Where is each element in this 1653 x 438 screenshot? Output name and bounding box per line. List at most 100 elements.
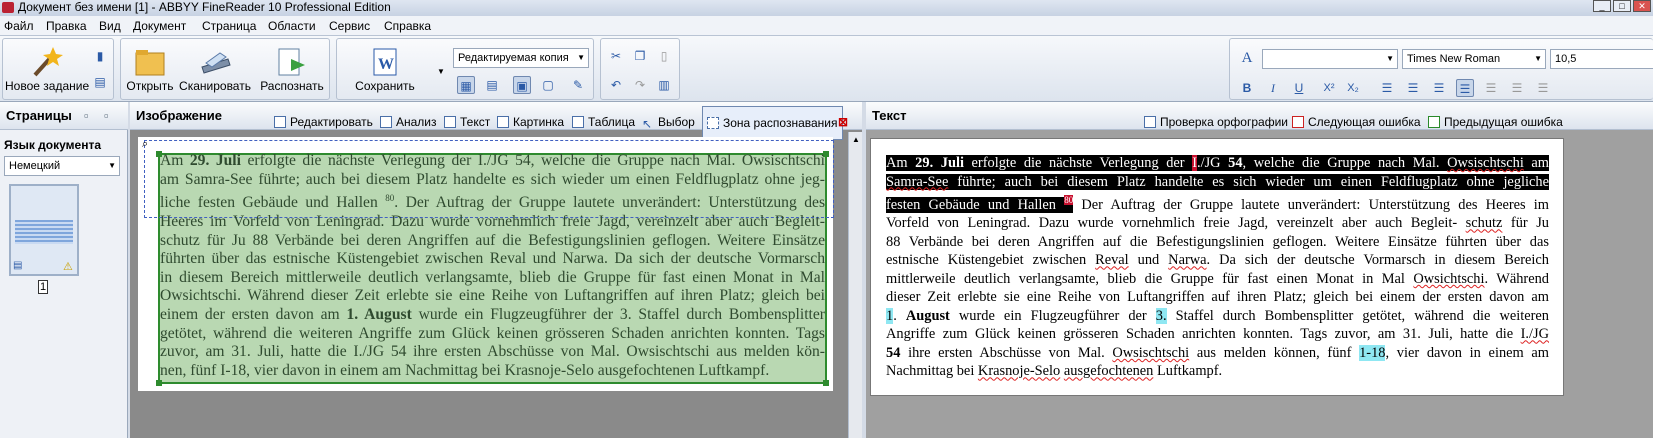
scroll-up-icon[interactable]: ▲ [852, 135, 860, 144]
image-text-line: in diesem Bereich mittlerweile deutlich … [160, 268, 825, 286]
recognize-button[interactable]: Распознать [257, 45, 327, 93]
align-left-icon[interactable]: ☰ [1378, 79, 1396, 97]
cut-icon[interactable]: ✂ [607, 47, 625, 65]
undo-icon[interactable]: ↶ [607, 76, 625, 94]
superscript-icon[interactable]: X² [1320, 79, 1338, 97]
minimize-button[interactable]: _ [1593, 0, 1611, 12]
text-line: Am 29. Juli erfolgte die nächste Verlegu… [886, 155, 1549, 171]
menu-edit[interactable]: Правка [46, 19, 87, 33]
layout-exact-icon[interactable]: ▦ [457, 76, 475, 94]
menu-tools[interactable]: Сервис [329, 19, 370, 33]
chevron-down-icon: ▼ [108, 161, 116, 170]
recognized-text[interactable]: Am 29. Juli erfolgte die nächste Verlegu… [886, 154, 1549, 381]
text-line: Angriffe zum Glück keinen grösseren Scha… [886, 326, 1549, 343]
image-pane: Изображение Редактировать Анализ Текст К… [130, 102, 862, 438]
spellcheck-button[interactable]: Проверка орфографии [1144, 108, 1288, 136]
font-size-select[interactable]: 10,5 [1550, 49, 1653, 69]
subscript-icon[interactable]: X₂ [1344, 79, 1362, 97]
bold-icon[interactable]: B [1238, 79, 1256, 97]
tool-text[interactable]: Текст [444, 108, 490, 136]
pages-pane: Страницы ▫ ▫ Язык документа Немецкий ▼ ▤ … [0, 102, 128, 438]
menu-file[interactable]: Файл [4, 19, 34, 33]
image-text-line: zuvor, am 31. Juli, hatte die I./JG 54 i… [160, 343, 825, 361]
edit-group: ✂ ❐ ▯ ↶ ↷ ▥ [600, 38, 680, 100]
align-justify-icon[interactable]: ☰ [1456, 79, 1474, 97]
image-text-line: am Samra-See führte; auch bei diesem Pla… [160, 170, 825, 188]
page-thumbnail[interactable]: ▤ ⚠ [9, 184, 79, 276]
underline-icon[interactable]: U [1290, 79, 1308, 97]
align-right-icon[interactable]: ☰ [1430, 79, 1448, 97]
font-name-select[interactable]: Times New Roman ▼ [1402, 49, 1546, 69]
text-line: Samra-See führte; auch bei diesem Platz … [886, 173, 1549, 190]
tool-analyze[interactable]: Анализ [380, 108, 437, 136]
tool-select[interactable]: ↖ Выбор [642, 108, 695, 136]
image-text-line: Am 29. Juli erfolgte die nächste Verlegu… [160, 152, 825, 169]
chevron-down-icon: ▼ [1534, 54, 1542, 63]
text-line: 88 Verbände bei deren Angriffen auf die … [886, 233, 1549, 250]
menu-areas[interactable]: Области [268, 19, 316, 33]
scan-button[interactable]: Сканировать [179, 45, 251, 93]
magnifier-icon: ⌕ [142, 138, 149, 150]
resize-handle[interactable] [156, 380, 162, 386]
copy-doc-icon[interactable]: ▮ [91, 47, 109, 65]
save-format-select[interactable]: Редактируемая копия ▼ [453, 48, 589, 68]
maximize-button[interactable]: □ [1613, 0, 1631, 12]
page-properties-icon[interactable]: ▥ [655, 76, 673, 94]
text-area-icon [444, 116, 456, 128]
thumbnail-text-block [15, 220, 73, 244]
open-button[interactable]: Открыть [125, 45, 175, 93]
list-icon[interactable]: ☰ [1508, 79, 1526, 97]
main-toolbar: Новое задание ▮ ▤ Открыть Сканировать Ра… [0, 36, 1653, 102]
previous-error-button[interactable]: Предыдущая ошибка [1428, 108, 1563, 136]
indent-icon[interactable]: ☰ [1482, 79, 1500, 97]
settings-icon[interactable]: ▤ [91, 73, 109, 91]
tool-edit[interactable]: Редактировать [274, 108, 373, 136]
image-text-line: schutz für Ju 88 Verbände bei deren Angr… [160, 231, 825, 249]
copy-icon[interactable]: ❐ [631, 47, 649, 65]
image-text: Am 29. Juli erfolgte die nächste Verlegu… [160, 152, 825, 380]
window-title: Документ без имени [1] - ABBYY FineReade… [18, 0, 391, 14]
layout-editable-icon[interactable]: ▤ [483, 76, 501, 94]
format-group: A ▼ Times New Roman ▼ 10,5 B I U X² X₂ ☰ … [1229, 38, 1653, 100]
analyze-icon [380, 116, 392, 128]
title-bar: Документ без имени [1] - ABBYY FineReade… [0, 0, 1653, 16]
italic-icon[interactable]: I [1264, 79, 1282, 97]
edit-image-icon [274, 116, 286, 128]
tool-recognition-area[interactable]: Зона распознавания [702, 106, 843, 140]
close-button[interactable]: ✕ [1633, 0, 1651, 12]
next-error-button[interactable]: Следующая ошибка [1292, 108, 1421, 136]
image-header: Изображение Редактировать Анализ Текст К… [130, 102, 862, 140]
save-group: W Сохранить ▼ Редактируемая копия ▼ ▦ ▤ ▣… [336, 38, 594, 100]
document-language-select[interactable]: Немецкий ▼ [4, 156, 120, 176]
image-text-line: nen, fünf I-18, vier davon in einem am N… [160, 361, 770, 379]
tools-icon[interactable]: ✎ [569, 76, 587, 94]
paste-icon[interactable]: ▯ [655, 47, 673, 65]
tool-table[interactable]: Таблица [572, 108, 635, 136]
resize-handle[interactable] [823, 380, 829, 386]
outdent-icon[interactable]: ☰ [1534, 79, 1552, 97]
style-select[interactable]: ▼ [1262, 49, 1398, 69]
redo-icon[interactable]: ↷ [631, 76, 649, 94]
menu-page[interactable]: Страница [202, 19, 256, 33]
svg-text:W: W [378, 56, 394, 73]
delete-area-icon[interactable]: ⊠ [838, 108, 848, 136]
menu-document[interactable]: Документ [133, 19, 186, 33]
menu-help[interactable]: Справка [384, 19, 431, 33]
align-center-icon[interactable]: ☰ [1404, 79, 1422, 97]
save-button[interactable]: W Сохранить [345, 45, 425, 93]
menu-view[interactable]: Вид [99, 19, 121, 33]
spellcheck-icon [1144, 116, 1156, 128]
view-page-icon[interactable]: ▣ [513, 76, 531, 94]
recognize-icon [275, 45, 309, 79]
font-style-icon[interactable]: A [1238, 49, 1256, 67]
image-scrollbar[interactable]: ▲ [848, 132, 862, 438]
new-task-button[interactable]: Новое задание [5, 45, 89, 93]
tool-picture[interactable]: Картинка [497, 108, 564, 136]
save-dropdown-arrow[interactable]: ▼ [437, 67, 445, 76]
image-text-line: Owsichtschi. Während dieser Zeit erlebte… [160, 287, 825, 305]
page-add-icon[interactable]: ▫ [84, 102, 89, 130]
image-text-line: getötet, während die weiteren Angriffe z… [160, 324, 825, 342]
page-delete-icon[interactable]: ▫ [104, 102, 109, 130]
view-text-icon[interactable]: ▢ [539, 76, 557, 94]
word-document-icon: W [368, 45, 402, 79]
